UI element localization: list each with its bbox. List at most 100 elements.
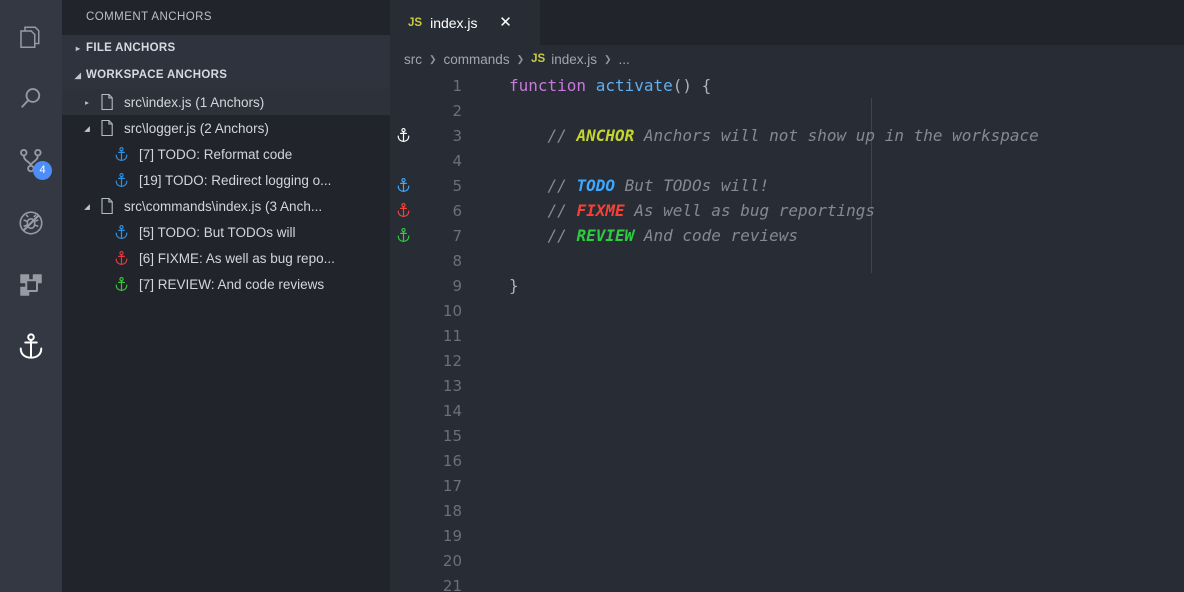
breadcrumb-item-file[interactable]: index.js — [551, 52, 597, 67]
activity-item-run-and-debug[interactable] — [0, 192, 62, 254]
line-number: 15 — [442, 426, 462, 445]
code-line[interactable]: 18 — [390, 498, 1184, 523]
code-token: FIXME — [576, 201, 625, 220]
section-header-workspace-anchors[interactable]: ◢ WORKSPACE ANCHORS — [62, 62, 390, 89]
tree-row-anchor[interactable]: [7] TODO: Reformat code — [62, 141, 390, 167]
code-line[interactable]: 3 // ANCHOR Anchors will not show up in … — [390, 123, 1184, 148]
code-line[interactable]: 15 — [390, 423, 1184, 448]
code-line[interactable]: 6 // FIXME As well as bug reportings — [390, 198, 1184, 223]
code-token: () { — [672, 76, 712, 95]
code-line[interactable]: 10 — [390, 298, 1184, 323]
file-icon — [96, 93, 118, 111]
code-token: REVIEW — [576, 226, 635, 245]
code-line-text: // ANCHOR Anchors will not show up in th… — [465, 126, 1039, 145]
gutter-anchor-icon[interactable] — [390, 127, 417, 144]
tree-row-file[interactable]: ◢ src\commands\index.js (3 Anch... — [62, 193, 390, 219]
line-number: 6 — [452, 201, 462, 220]
code-line[interactable]: 1 function activate() { — [390, 73, 1184, 98]
line-number: 3 — [452, 126, 462, 145]
vscode-window: 4 COMMENT ANCHORS ▸ FILE ANCHORS ◢ WORKS… — [0, 0, 1184, 592]
line-number: 14 — [442, 401, 462, 420]
code-line[interactable]: 8 — [390, 248, 1184, 273]
breadcrumb-item-commands[interactable]: commands — [444, 52, 510, 67]
anchor-icon — [110, 172, 132, 189]
chevron-right-icon: ❯ — [603, 53, 612, 64]
code-line[interactable]: 17 — [390, 473, 1184, 498]
code-line[interactable]: 21 — [390, 573, 1184, 592]
chevron-down-icon: ◢ — [74, 71, 82, 80]
source-control-badge: 4 — [33, 161, 52, 180]
tab-label: index.js — [430, 14, 478, 31]
tree-row-label: src\index.js (1 Anchors) — [124, 94, 265, 110]
tree-row-anchor[interactable]: [6] FIXME: As well as bug repo... — [62, 245, 390, 271]
breadcrumb: src ❯ commands ❯ JS index.js ❯ ... — [390, 45, 1184, 73]
code-line[interactable]: 11 — [390, 323, 1184, 348]
chevron-down-icon[interactable]: ◢ — [78, 202, 96, 211]
tree-row-file[interactable]: ▸ src\index.js (1 Anchors) — [62, 89, 390, 115]
code-line-text: // TODO But TODOs will! — [465, 176, 770, 195]
code-line[interactable]: 13 — [390, 373, 1184, 398]
code-token: ANCHOR — [576, 126, 635, 145]
code-token: } — [509, 276, 519, 295]
code-line-text: function activate() { — [465, 76, 711, 95]
chevron-right-icon: ▸ — [75, 44, 81, 53]
section-label-workspace-anchors: WORKSPACE ANCHORS — [86, 69, 228, 81]
code-token: And code reviews — [634, 226, 798, 245]
code-line[interactable]: 19 — [390, 523, 1184, 548]
code-line[interactable]: 9} — [390, 273, 1184, 298]
activity-item-comment-anchors[interactable] — [0, 316, 62, 378]
js-file-icon: JS — [408, 16, 423, 29]
activity-item-search[interactable] — [0, 68, 62, 130]
tree-row-anchor[interactable]: [5] TODO: But TODOs will — [62, 219, 390, 245]
tree-row-label: src\logger.js (2 Anchors) — [124, 120, 269, 136]
breadcrumb-item-src[interactable]: src — [404, 52, 422, 67]
file-icon — [96, 119, 118, 137]
line-number: 8 — [452, 251, 462, 270]
tree-row-label: [5] TODO: But TODOs will — [139, 224, 296, 240]
anchor-icon — [110, 146, 132, 163]
activity-item-extensions[interactable] — [0, 254, 62, 316]
code-token: activate — [595, 76, 673, 95]
line-number: 21 — [442, 576, 462, 592]
activity-item-explorer[interactable] — [0, 6, 62, 68]
code-line[interactable]: 2 — [390, 98, 1184, 123]
line-number: 10 — [442, 301, 462, 320]
breadcrumb-overflow[interactable]: ... — [619, 52, 630, 67]
code-token: // — [509, 226, 577, 245]
code-token: // — [509, 126, 577, 145]
editor-group: JS index.js ✕ src ❯ commands ❯ JS index.… — [390, 0, 1184, 592]
code-line[interactable]: 14 — [390, 398, 1184, 423]
chevron-right-icon[interactable]: ▸ — [78, 98, 96, 107]
chevron-right-icon: ❯ — [516, 53, 525, 64]
anchor-icon — [110, 276, 132, 293]
section-header-file-anchors[interactable]: ▸ FILE ANCHORS — [62, 35, 390, 62]
tree-row-anchor[interactable]: [19] TODO: Redirect logging o... — [62, 167, 390, 193]
line-number: 7 — [452, 226, 462, 245]
debug-disabled-icon — [16, 208, 46, 238]
gutter-anchor-icon[interactable] — [390, 202, 417, 219]
close-icon[interactable]: ✕ — [498, 15, 514, 30]
code-token: As well as bug reportings — [624, 201, 876, 220]
tree-row-file[interactable]: ◢ src\logger.js (2 Anchors) — [62, 115, 390, 141]
tree-row-anchor[interactable]: [7] REVIEW: And code reviews — [62, 271, 390, 297]
js-file-icon: JS — [531, 53, 546, 65]
line-number: 2 — [452, 101, 462, 120]
code-line[interactable]: 5 // TODO But TODOs will! — [390, 173, 1184, 198]
code-line[interactable]: 16 — [390, 448, 1184, 473]
tree-row-label: src\commands\index.js (3 Anch... — [124, 198, 323, 214]
chevron-down-icon[interactable]: ◢ — [78, 124, 96, 133]
code-token: // — [509, 176, 577, 195]
line-number: 12 — [442, 351, 462, 370]
anchors-tree: ▸ src\index.js (1 Anchors) ◢ src\logger.js … — [62, 89, 390, 592]
activity-item-source-control[interactable]: 4 — [0, 130, 62, 192]
code-line[interactable]: 12 — [390, 348, 1184, 373]
gutter-anchor-icon[interactable] — [390, 177, 417, 194]
code-editor[interactable]: 1 function activate() { 2 3 // ANCHOR Ancho… — [390, 73, 1184, 592]
code-line[interactable]: 20 — [390, 548, 1184, 573]
search-icon — [16, 84, 46, 114]
gutter-anchor-icon[interactable] — [390, 227, 417, 244]
tab-index-js[interactable]: JS index.js ✕ — [390, 0, 540, 45]
line-number: 11 — [442, 326, 462, 345]
code-line[interactable]: 7 // REVIEW And code reviews — [390, 223, 1184, 248]
code-line[interactable]: 4 — [390, 148, 1184, 173]
